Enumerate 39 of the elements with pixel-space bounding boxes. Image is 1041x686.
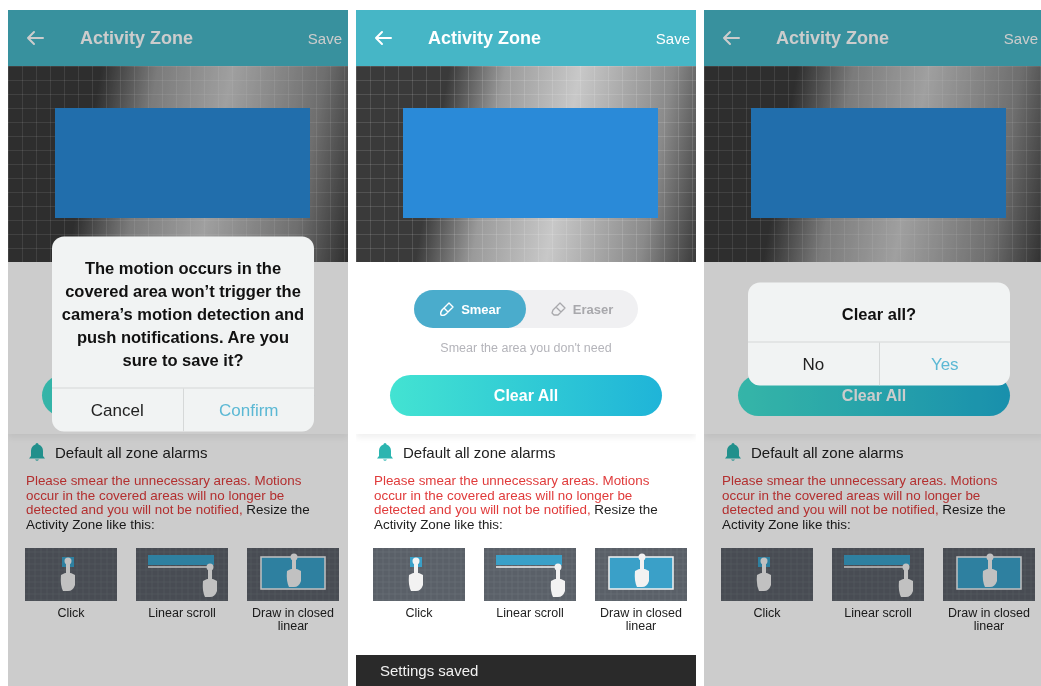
- gesture-caption: Click: [404, 607, 434, 620]
- mode-tab[interactable]: Smear: [414, 290, 526, 328]
- alarm-label: Default all zone alarms: [751, 443, 904, 461]
- mode-tab[interactable]: Eraser: [526, 290, 638, 328]
- back-icon[interactable]: [26, 30, 44, 46]
- save-button[interactable]: Save: [305, 25, 344, 51]
- save-button[interactable]: Save: [1001, 25, 1040, 51]
- gesture-caption: Click: [752, 607, 782, 620]
- clear-all-button[interactable]: Clear All: [390, 375, 662, 416]
- dialog-button[interactable]: Cancel: [52, 388, 183, 432]
- bell-icon: [28, 442, 46, 462]
- bell-icon: [724, 442, 742, 462]
- instruction-text: Please smear the unnecessary areas. Motions occur in the covered areas will no longer be detected and you will not be notified, Resize the Activity Zone like this:: [374, 474, 659, 532]
- screen-title: Activity Zone: [428, 27, 543, 49]
- instruction-text: Please smear the unnecessary areas. Motions occur in the covered areas will no longer be detected and you will not be notified, Resize the Activity Zone like this:: [26, 474, 311, 532]
- eraser-icon: [550, 301, 567, 317]
- instruction-text: Please smear the unnecessary areas. Motions occur in the covered areas will no longer be detected and you will not be notified, Resize the Activity Zone like this:: [722, 474, 1007, 532]
- dialog-button[interactable]: Confirm: [182, 388, 314, 432]
- gesture-caption: Draw in closed linear: [251, 607, 335, 633]
- back-icon[interactable]: [722, 30, 740, 46]
- bell-icon: [376, 442, 394, 462]
- brush-icon: [439, 301, 456, 317]
- hint-text: Smear the area you don't need: [440, 341, 612, 356]
- screen-title: Activity Zone: [776, 27, 891, 49]
- screen-title: Activity Zone: [80, 27, 195, 49]
- dialog-button[interactable]: Yes: [878, 342, 1010, 386]
- back-icon[interactable]: [374, 30, 392, 46]
- gesture-caption: Draw in closed linear: [947, 607, 1031, 633]
- gesture-caption: Linear scroll: [495, 607, 565, 620]
- dialog-message: The motion occurs in the covered area won’t trigger the camera’s motion detection and push notifications. Are you sure to save it?: [60, 257, 306, 371]
- alarm-label: Default all zone alarms: [403, 443, 556, 461]
- alarm-label: Default all zone alarms: [55, 443, 208, 461]
- gesture-caption: Draw in closed linear: [599, 607, 683, 633]
- gesture-caption: Click: [56, 607, 86, 620]
- gesture-caption: Linear scroll: [843, 607, 913, 620]
- gesture-caption: Linear scroll: [147, 607, 217, 620]
- save-button[interactable]: Save: [653, 25, 692, 51]
- dialog-message: Clear all?: [840, 303, 918, 325]
- toast-message: Settings saved: [356, 655, 696, 686]
